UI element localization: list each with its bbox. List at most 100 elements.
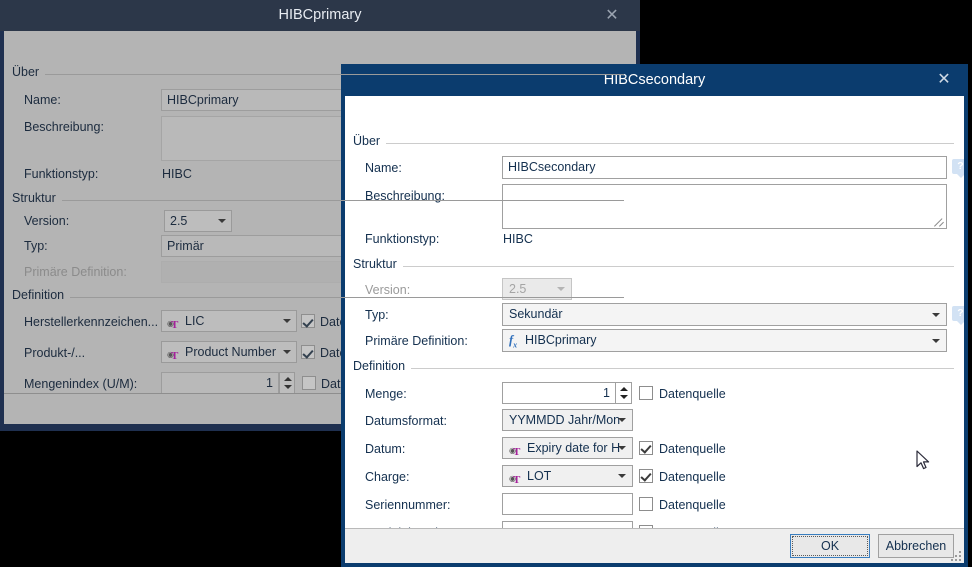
- primary-definition-combo[interactable]: fx HIBCprimary: [502, 329, 947, 352]
- datumsformat-value: YYMMDD Jahr/Mon: [509, 413, 621, 427]
- group-definition: Definition: [353, 359, 954, 373]
- background-lic-value: LIC: [185, 314, 205, 328]
- group-definition-label: Definition: [353, 359, 412, 373]
- description-textarea[interactable]: [502, 184, 947, 229]
- chevron-down-icon: [618, 446, 626, 450]
- background-group-definition-label: Definition: [12, 288, 71, 302]
- background-version-label: Version:: [24, 214, 70, 228]
- datumsformat-label: Datumsformat:: [365, 414, 447, 428]
- datum-value: Expiry date for H: [527, 441, 621, 455]
- background-type-label: Typ:: [24, 239, 48, 253]
- background-window-title: HIBCprimary: [278, 7, 362, 23]
- ok-button-label: OK: [820, 539, 840, 553]
- type-label: Typ:: [365, 308, 389, 322]
- background-group-structure: Struktur: [12, 191, 624, 205]
- charge-label: Charge:: [365, 470, 410, 484]
- primary-definition-label: Primäre Definition:: [365, 334, 468, 348]
- dialog-hibcsecondary: HIBCsecondary ✕ Über Name: HIBCsecondary…: [341, 64, 968, 567]
- chevron-down-icon: [932, 312, 940, 317]
- background-datasource-checkbox-1[interactable]: [301, 314, 315, 328]
- chevron-down-icon: [618, 474, 626, 478]
- chevron-down-icon: [283, 350, 291, 354]
- background-uom-spinner[interactable]: [279, 372, 295, 394]
- datumsformat-combo[interactable]: YYMMDD Jahr/Mon: [502, 409, 633, 431]
- chevron-down-icon: [218, 219, 226, 223]
- background-version-combo[interactable]: 2.5: [164, 210, 232, 232]
- menge-spinner[interactable]: [616, 382, 632, 404]
- background-product-value: Product Number: [185, 345, 277, 359]
- help-icon-type[interactable]: ?: [952, 306, 964, 325]
- charge-datasource-label: Datenquelle: [659, 470, 726, 484]
- text-field-icon: ◉ T: [167, 319, 179, 331]
- background-lic-label: Herstellerkennzeichen...: [24, 315, 159, 329]
- name-input[interactable]: HIBCsecondary: [502, 156, 947, 179]
- seriennummer-datasource-label: Datenquelle: [659, 498, 726, 512]
- version-value: 2.5: [509, 282, 527, 296]
- background-version-value: 2.5: [170, 214, 188, 228]
- datum-datasource-checkbox[interactable]: [639, 441, 653, 455]
- type-value: Sekundär: [509, 307, 563, 321]
- background-datasource-checkbox-3[interactable]: [302, 376, 316, 390]
- chevron-down-icon: [618, 418, 626, 422]
- dialog-titlebar[interactable]: HIBCsecondary ✕: [341, 64, 968, 96]
- close-icon[interactable]: ✕: [594, 0, 630, 31]
- background-window-titlebar[interactable]: HIBCprimary ✕: [0, 0, 640, 31]
- menge-datasource-label: Datenquelle: [659, 387, 726, 401]
- background-group-definition: Definition: [12, 288, 624, 302]
- background-group-structure-label: Struktur: [12, 191, 62, 205]
- cancel-button[interactable]: Abbrechen: [878, 534, 954, 558]
- background-functiontype-label: Funktionstyp:: [24, 167, 99, 181]
- primary-definition-value: HIBCprimary: [525, 333, 597, 347]
- background-datasource-checkbox-2[interactable]: [301, 345, 315, 359]
- group-about-label: Über: [353, 134, 387, 148]
- datum-label: Datum:: [365, 442, 406, 456]
- chevron-down-icon: [283, 319, 291, 323]
- screen: HIBCprimary ✕ Über Name: HIBCprimary Bes…: [0, 0, 972, 567]
- help-icon-name[interactable]: ?: [952, 159, 964, 178]
- charge-value: LOT: [527, 469, 552, 483]
- name-label: Name:: [365, 161, 402, 175]
- group-about: Über: [353, 134, 954, 148]
- type-combo[interactable]: Sekundär: [502, 303, 947, 326]
- resize-handle-icon[interactable]: [935, 217, 945, 227]
- background-name-label: Name:: [24, 93, 61, 107]
- seriennummer-input[interactable]: [502, 493, 633, 515]
- background-uom-label: Mengenindex (U/M):: [24, 377, 138, 391]
- chevron-down-icon: [932, 338, 940, 343]
- datum-combo[interactable]: ◉ T Expiry date for H: [502, 437, 633, 459]
- background-uom-field[interactable]: 1: [161, 372, 279, 394]
- charge-datasource-checkbox[interactable]: [639, 469, 653, 483]
- cancel-button-label: Abbrechen: [885, 539, 947, 553]
- background-product-label: Produkt-/...: [24, 346, 86, 360]
- background-group-about-label: Über: [12, 65, 46, 79]
- chevron-down-icon: [557, 287, 565, 291]
- dialog-body: Über Name: HIBCsecondary ? Beschreibung:…: [345, 96, 964, 563]
- background-primary-def-label: Primäre Definition:: [24, 265, 127, 279]
- functiontype-value: HIBC: [503, 232, 533, 246]
- background-product-combo[interactable]: ◉ T Product Number: [161, 341, 297, 363]
- text-field-icon: ◉ T: [167, 350, 179, 362]
- datum-datasource-label: Datenquelle: [659, 442, 726, 456]
- text-field-icon: ◉ T: [509, 446, 521, 458]
- seriennummer-label: Seriennummer:: [365, 498, 451, 512]
- seriennummer-datasource-checkbox[interactable]: [639, 497, 653, 511]
- close-icon[interactable]: ✕: [928, 64, 960, 96]
- fx-icon: fx: [509, 333, 518, 350]
- background-lic-combo[interactable]: ◉ T LIC: [161, 310, 297, 332]
- menge-input[interactable]: 1: [502, 382, 616, 404]
- version-label: Version:: [365, 283, 411, 297]
- group-structure: Struktur: [353, 257, 954, 271]
- dialog-footer: OK Abbrechen: [345, 528, 964, 563]
- group-structure-label: Struktur: [353, 257, 403, 271]
- background-description-label: Beschreibung:: [24, 120, 104, 134]
- background-group-about: Über: [12, 65, 624, 79]
- menge-datasource-checkbox[interactable]: [639, 386, 653, 400]
- background-functiontype-value: HIBC: [162, 167, 192, 181]
- charge-combo[interactable]: ◉ T LOT: [502, 465, 633, 487]
- dialog-title: HIBCsecondary: [603, 72, 706, 88]
- menge-label: Menge:: [365, 387, 407, 401]
- ok-button[interactable]: OK: [790, 534, 870, 558]
- resize-grip-icon[interactable]: [949, 549, 961, 561]
- text-field-icon: ◉ T: [509, 474, 521, 486]
- functiontype-label: Funktionstyp:: [365, 232, 440, 246]
